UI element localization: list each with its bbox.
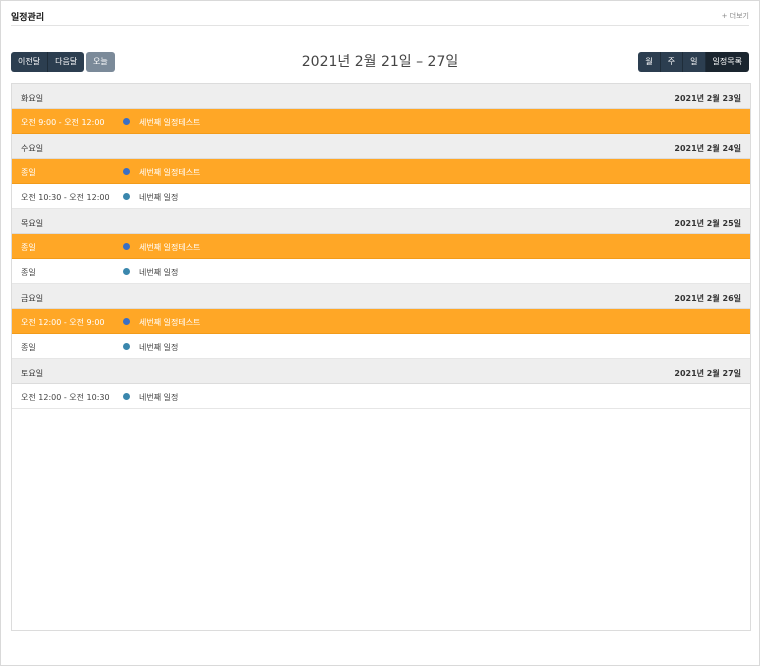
event-title[interactable]: 세번째 일정테스트 — [139, 242, 200, 253]
event-title[interactable]: 세번째 일정테스트 — [139, 167, 200, 178]
event-dot-icon — [123, 168, 130, 175]
event-time: 오전 10:30 - 오전 12:00 — [21, 193, 110, 202]
day-name: 수요일 — [21, 144, 44, 153]
day-header: 금요일 2021년 2월 26일 — [12, 284, 750, 309]
schedule-panel: 일정관리 + 더보기 이전달 다음달 오늘 2021년 2월 21일 – 27일… — [0, 0, 760, 666]
day-name: 금요일 — [21, 294, 44, 303]
event-row[interactable]: 오전 12:00 - 오전 9:00 세번째 일정테스트 — [12, 309, 750, 334]
day-header: 토요일 2021년 2월 27일 — [12, 359, 750, 384]
view-month-button[interactable]: 월 — [638, 52, 660, 72]
day-date[interactable]: 2021년 2월 23일 — [674, 93, 741, 104]
day-header: 목요일 2021년 2월 25일 — [12, 209, 750, 234]
event-row[interactable]: 종일 세번째 일정테스트 — [12, 159, 750, 184]
event-time: 오전 12:00 - 오전 9:00 — [21, 318, 105, 327]
view-week-button[interactable]: 주 — [659, 52, 683, 72]
calendar-toolbar: 이전달 다음달 오늘 2021년 2월 21일 – 27일 월 주 일 일정목록 — [11, 52, 749, 72]
event-list: 화요일 2021년 2월 23일오전 9:00 - 오전 12:00 세번째 일정테… — [11, 83, 751, 631]
event-row[interactable]: 종일 네번째 일정 — [12, 259, 750, 284]
event-row[interactable]: 종일 네번째 일정 — [12, 334, 750, 359]
event-title[interactable]: 네번째 일정 — [139, 192, 178, 203]
event-dot-icon — [123, 268, 130, 275]
day-name: 토요일 — [21, 369, 44, 378]
event-time: 오전 12:00 - 오전 10:30 — [21, 393, 110, 402]
view-day-button[interactable]: 일 — [682, 52, 705, 72]
event-row[interactable]: 종일 세번째 일정테스트 — [12, 234, 750, 259]
panel-title: 일정관리 — [11, 13, 45, 23]
day-header: 수요일 2021년 2월 24일 — [12, 134, 750, 159]
event-title[interactable]: 세번째 일정테스트 — [139, 317, 200, 328]
panel-header: 일정관리 + 더보기 — [11, 7, 749, 26]
event-title[interactable]: 세번째 일정테스트 — [139, 117, 200, 128]
event-time: 종일 — [21, 243, 36, 252]
event-time: 종일 — [21, 343, 36, 352]
event-dot-icon — [123, 118, 130, 125]
view-list-button[interactable]: 일정목록 — [704, 52, 749, 72]
event-dot-icon — [123, 243, 130, 250]
more-link[interactable]: + 더보기 — [722, 11, 749, 21]
event-dot-icon — [123, 318, 130, 325]
event-time: 종일 — [21, 168, 36, 177]
day-date[interactable]: 2021년 2월 25일 — [674, 218, 741, 229]
day-date[interactable]: 2021년 2월 26일 — [674, 293, 741, 304]
day-name: 목요일 — [21, 219, 44, 228]
event-dot-icon — [123, 393, 130, 400]
event-dot-icon — [123, 343, 130, 350]
day-date[interactable]: 2021년 2월 24일 — [674, 143, 741, 154]
event-row[interactable]: 오전 9:00 - 오전 12:00 세번째 일정테스트 — [12, 109, 750, 134]
day-header: 화요일 2021년 2월 23일 — [12, 84, 750, 109]
event-row[interactable]: 오전 10:30 - 오전 12:00 네번째 일정 — [12, 184, 750, 209]
day-date[interactable]: 2021년 2월 27일 — [674, 368, 741, 379]
event-title[interactable]: 네번째 일정 — [139, 267, 178, 278]
event-time: 종일 — [21, 268, 36, 277]
event-dot-icon — [123, 193, 130, 200]
event-title[interactable]: 네번째 일정 — [139, 342, 178, 353]
event-time: 오전 9:00 - 오전 12:00 — [21, 118, 105, 127]
day-name: 화요일 — [21, 94, 44, 103]
view-button-group: 월 주 일 일정목록 — [638, 52, 749, 72]
event-row[interactable]: 오전 12:00 - 오전 10:30 네번째 일정 — [12, 384, 750, 409]
event-title[interactable]: 네번째 일정 — [139, 392, 178, 403]
